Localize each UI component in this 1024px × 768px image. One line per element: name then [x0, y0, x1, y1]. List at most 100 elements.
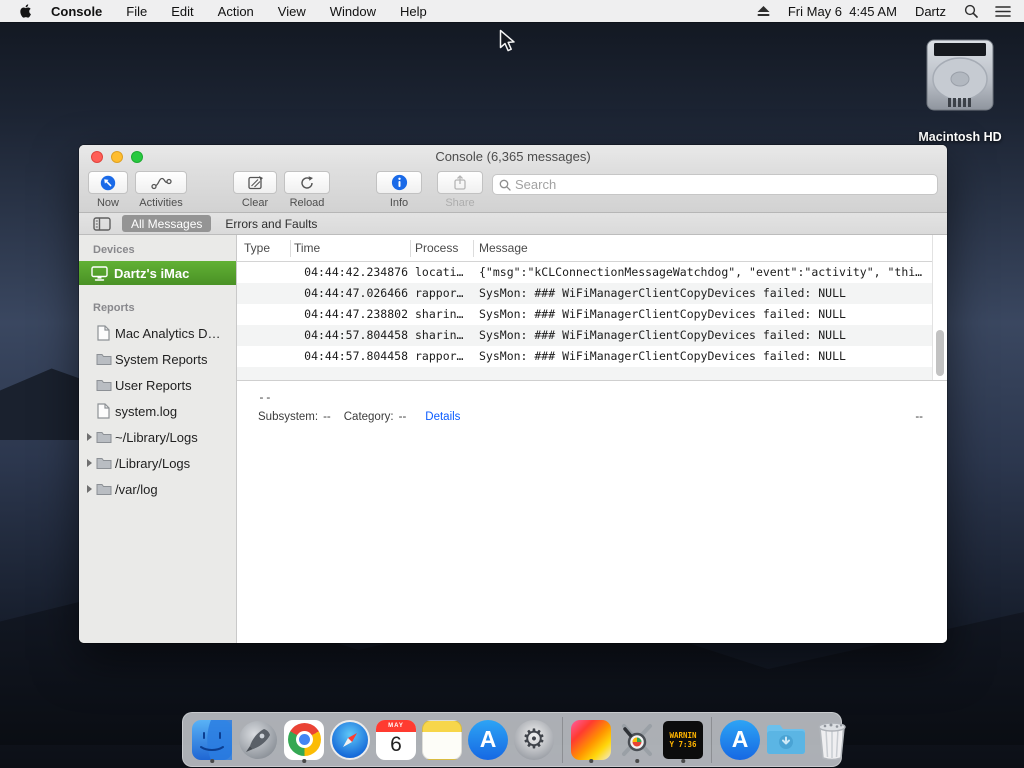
volume-label: Macintosh HD — [918, 130, 1002, 144]
folder-icon — [96, 431, 112, 444]
dock-applications-folder-icon[interactable]: A — [718, 717, 762, 763]
search-input[interactable] — [515, 177, 931, 192]
reload-button[interactable] — [284, 171, 330, 194]
menu-action[interactable]: Action — [218, 4, 254, 19]
cell-message: SysMon: ### WiFiManagerClientCopyDevices… — [479, 307, 846, 321]
dock-colorsync-icon[interactable] — [569, 717, 613, 763]
macintosh-hd-desktop-icon[interactable]: Macintosh HD — [902, 34, 1018, 144]
cell-process: rappor… — [415, 349, 464, 363]
dock: MAY 6 A ⚙ WARNIN Y 7:36 A — [182, 712, 846, 767]
column-process[interactable]: Process — [415, 241, 458, 255]
table-row[interactable]: 04:44:47.026466 rappor… SysMon: ### WiFi… — [237, 283, 932, 304]
sidebar-item-library-logs[interactable]: /Library/Logs — [79, 450, 236, 476]
dock-app-store-icon[interactable]: A — [466, 717, 510, 763]
reload-label: Reload — [289, 197, 325, 209]
cell-time: 04:44:42.234876 — [304, 265, 408, 279]
column-divider[interactable] — [473, 240, 474, 257]
sidebar-item-label: User Reports — [115, 377, 192, 393]
sidebar-item-label: system.log — [115, 403, 178, 419]
subsystem-value: -- — [323, 411, 331, 423]
table-row[interactable]: 04:44:42.234876 locati… {"msg":"kCLConne… — [237, 262, 932, 283]
menu-help[interactable]: Help — [400, 4, 427, 19]
dock-trash-icon[interactable] — [810, 717, 854, 763]
clear-button[interactable] — [233, 171, 277, 194]
dock-warning-display-icon[interactable]: WARNIN Y 7:36 — [661, 717, 705, 763]
dock-calendar-icon[interactable]: MAY 6 — [374, 717, 418, 763]
scrollbar-thumb[interactable] — [936, 330, 944, 376]
column-time[interactable]: Time — [294, 241, 320, 255]
sidebar-item-dartzs-imac[interactable]: Dartz's iMac — [79, 261, 236, 285]
column-divider[interactable] — [410, 240, 411, 257]
column-type[interactable]: Type — [244, 241, 270, 255]
menu-view[interactable]: View — [278, 4, 306, 19]
tab-all-messages[interactable]: All Messages — [122, 215, 212, 232]
category-label: Category: — [343, 411, 394, 423]
console-window: Console (6,365 messages) Now Activities … — [79, 145, 947, 643]
sidebar-item-label: System Reports — [115, 351, 208, 367]
table-row[interactable]: 04:44:57.804458 rappor… SysMon: ### WiFi… — [237, 346, 932, 367]
dock-chrome-icon[interactable] — [282, 717, 326, 763]
sidebar-item-user-reports[interactable]: User Reports — [79, 372, 236, 398]
dock-finder-icon[interactable] — [190, 717, 234, 763]
table-row[interactable]: 04:44:57.804458 sharin… SysMon: ### WiFi… — [237, 325, 932, 346]
menubar-user[interactable]: Dartz — [915, 4, 946, 19]
column-message[interactable]: Message — [479, 241, 528, 255]
disclosure-triangle-icon[interactable] — [87, 485, 92, 493]
menu-window[interactable]: Window — [330, 4, 376, 19]
category-value: -- — [398, 411, 407, 423]
detail-pane-divider[interactable] — [237, 380, 947, 381]
cell-process: sharin… — [415, 307, 464, 321]
cell-message: SysMon: ### WiFiManagerClientCopyDevices… — [479, 328, 846, 342]
scrollbar-track[interactable] — [932, 235, 947, 380]
apple-menu-icon[interactable] — [19, 3, 33, 19]
table-header: Type Time Process Message — [237, 235, 947, 262]
document-icon — [96, 325, 110, 341]
menu-edit[interactable]: Edit — [171, 4, 193, 19]
sidebar-item-system-reports[interactable]: System Reports — [79, 346, 236, 372]
dock-launchpad-icon[interactable] — [236, 717, 280, 763]
window-title: Console (6,365 messages) — [435, 149, 591, 164]
spotlight-search-icon[interactable] — [964, 4, 978, 18]
menu-file[interactable]: File — [126, 4, 147, 19]
hard-drive-icon — [926, 39, 994, 111]
disclosure-triangle-icon[interactable] — [87, 433, 92, 441]
tab-errors-and-faults[interactable]: Errors and Faults — [225, 217, 317, 231]
dock-downloads-folder-icon[interactable] — [764, 717, 808, 763]
warning-line1: WARNIN — [669, 730, 697, 740]
dock-system-preferences-icon[interactable]: ⚙ — [512, 717, 556, 763]
window-titlebar[interactable]: Console (6,365 messages) — [79, 145, 947, 168]
info-button[interactable] — [376, 171, 422, 194]
cell-time: 04:44:47.026466 — [304, 286, 408, 300]
menu-bar: Console File Edit Action View Window Hel… — [0, 0, 1024, 22]
details-link[interactable]: Details — [425, 411, 460, 423]
menu-app-name[interactable]: Console — [51, 4, 102, 19]
clear-label: Clear — [241, 197, 269, 209]
activities-button[interactable] — [135, 171, 187, 194]
dock-safari-icon[interactable] — [328, 717, 372, 763]
calendar-day: 6 — [390, 732, 402, 756]
dock-diagnostics-icon[interactable] — [615, 717, 659, 763]
dock-separator — [711, 716, 712, 763]
dock-notes-icon[interactable] — [420, 717, 464, 763]
table-row[interactable]: 04:44:47.238802 sharin… SysMon: ### WiFi… — [237, 304, 932, 325]
zoom-button[interactable] — [131, 151, 143, 163]
sidebar-item-var-log[interactable]: /var/log — [79, 476, 236, 502]
sidebar-toggle-icon[interactable] — [93, 216, 111, 231]
sidebar-item-label: ~/Library/Logs — [115, 429, 198, 445]
disclosure-triangle-icon[interactable] — [87, 459, 92, 467]
minimize-button[interactable] — [111, 151, 123, 163]
menubar-clock[interactable]: Fri May 6 4:45 AM — [788, 4, 897, 19]
reload-icon — [301, 175, 313, 189]
eject-icon[interactable] — [756, 5, 771, 17]
cell-message: SysMon: ### WiFiManagerClientCopyDevices… — [479, 349, 846, 363]
column-divider[interactable] — [290, 240, 291, 257]
sidebar-item-system-log[interactable]: system.log — [79, 398, 236, 424]
now-button[interactable] — [88, 171, 128, 194]
close-button[interactable] — [91, 151, 103, 163]
info-label: Info — [389, 197, 409, 209]
sidebar-item-user-library-logs[interactable]: ~/Library/Logs — [79, 424, 236, 450]
notification-center-icon[interactable] — [995, 5, 1011, 18]
share-button[interactable] — [437, 171, 483, 194]
sidebar-item-mac-analytics[interactable]: Mac Analytics D… — [79, 320, 236, 346]
search-field[interactable] — [492, 174, 938, 195]
